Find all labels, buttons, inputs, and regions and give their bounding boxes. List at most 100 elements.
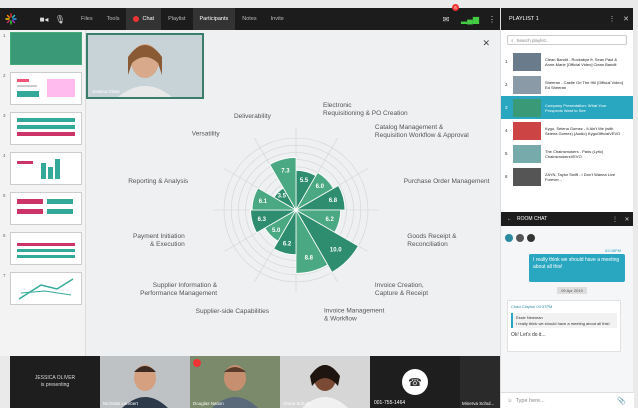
participant-video-4[interactable]: Minerva Schul... (460, 356, 500, 408)
tab-participants[interactable]: Participants (192, 8, 236, 30)
playlist-header: PLAYLIST 1 ⋮ ✕ (501, 8, 633, 30)
close-icon[interactable]: ✕ (619, 15, 633, 23)
polar-bar-chart: 5.5 ElectronicRequisitioning & PO Creatio… (128, 102, 489, 322)
value-label: 6.8 (329, 198, 338, 204)
slide-number: 1 (3, 33, 6, 38)
tab-notes[interactable]: Notes (235, 8, 263, 30)
notifications-icon[interactable]: ✉ 6 (438, 4, 459, 30)
category-label: Electronic (323, 102, 352, 109)
presenting-name: JESSICA OLIVER (34, 375, 76, 381)
participant-name: Minerva Schul... (462, 401, 495, 406)
slide-number: 6 (3, 233, 6, 238)
chat-input[interactable]: ☺ Type here... 📎 (501, 392, 634, 408)
tab-files[interactable]: Files (74, 8, 100, 30)
slide-thumbnails: 1 2 3 4 5 6 7 (0, 30, 86, 356)
playlist-item-selected[interactable]: 3 Company Presentation: What Your Prospec… (501, 96, 633, 119)
category-label: & Workflow (324, 315, 357, 322)
video-thumbnail (513, 167, 541, 186)
close-icon[interactable]: ✕ (482, 38, 490, 49)
category-label: Supplier-side Capabilities (196, 308, 270, 315)
playlist-item[interactable]: 5 The Chainsmokers - Paris (Lyric) Chains… (501, 142, 633, 165)
value-label: 6.3 (258, 217, 267, 223)
item-title: The Chainsmokers - Paris (Lyric) Chainsm… (545, 148, 604, 159)
phone-number: 001-755-1464 (374, 400, 406, 406)
playlist-item[interactable]: 1 Clean Bandit - Rockabye ft. Sean Paul &… (501, 50, 633, 73)
avatar[interactable] (516, 234, 524, 242)
playlist-item[interactable]: 4 Kygo, Selena Gomez - It Ain't Me (with … (501, 119, 633, 142)
category-label: Catalog Management & (375, 124, 444, 131)
more-menu-icon[interactable]: ⋮ (484, 8, 500, 30)
participant-name: Grace Schultz (283, 401, 312, 406)
quoted-text: I really think we should have a meeting … (516, 320, 610, 326)
item-title: Kygo, Selena Gomez - It Ain't Me (with S… (545, 125, 621, 136)
category-label: & Execution (150, 241, 185, 248)
item-number: 2 (505, 82, 508, 87)
slide-thumb-5[interactable]: 5 (3, 192, 82, 225)
item-number: 5 (505, 151, 508, 156)
more-menu-icon[interactable]: ⋮ (605, 15, 619, 23)
slide-thumb-3[interactable]: 3 (3, 112, 82, 145)
reply-message: Chad Clayton 04:37PM Essie Newman I real… (507, 300, 621, 352)
participant-strip: JESSICA OLIVER is presenting Nicholas La… (10, 356, 500, 408)
mic-off-icon (193, 359, 201, 367)
slide-thumb-4[interactable]: 4 (3, 152, 82, 185)
tab-playlist[interactable]: Playlist (161, 8, 192, 30)
phone-call-button[interactable]: ☎ (402, 369, 428, 395)
item-title: ZAYN, Taylor Swift - I Don't Wanna Live … (545, 171, 616, 182)
tab-tools[interactable]: Tools (100, 8, 127, 30)
value-label: 5.0 (272, 228, 281, 234)
close-icon[interactable]: ✕ (621, 216, 633, 223)
presentation-stage: Jessica Oliver ✕ 5.5 Electronic Requisitio… (86, 30, 500, 356)
tab-invite[interactable]: Invite (264, 8, 291, 30)
category-label: Supplier Information & (153, 282, 218, 289)
presenting-label: is presenting (40, 382, 70, 388)
microphone-icon[interactable]: 🎙 (52, 8, 68, 30)
participant-video-3[interactable]: Grace Schultz (280, 356, 370, 408)
message-time: 02:08PM (604, 248, 621, 253)
category-label: Requisition Workflow & Approval (375, 132, 469, 139)
playlist-search-input[interactable]: ⌕ Search playlist... (507, 35, 627, 45)
more-menu-icon[interactable]: ⋮ (609, 216, 621, 223)
chat-header: ← ROOM CHAT ⋮ ✕ (501, 212, 633, 226)
item-number: 4 (505, 128, 508, 133)
participant-name: Nicholas Lambert (103, 401, 139, 406)
item-number: 6 (505, 174, 508, 179)
back-arrow-icon[interactable]: ← (507, 216, 512, 222)
item-title: Company Presentation: What Your Prospect… (545, 102, 607, 113)
participant-video-1[interactable]: Nicholas Lambert (100, 356, 190, 408)
item-number: 1 (505, 59, 508, 64)
slide-thumb-2[interactable]: 2 (3, 72, 82, 105)
emoji-icon[interactable]: ☺ (507, 398, 513, 404)
category-label: Payment Initiation (133, 233, 185, 240)
participant-video-2[interactable]: Douglas Nation (190, 356, 280, 408)
participant-name: Douglas Nation (193, 401, 224, 406)
avatar[interactable] (505, 234, 513, 242)
category-label: Reporting & Analysis (128, 178, 189, 185)
tab-chat-label: Chat (142, 16, 155, 22)
reply-text: Ok! Let's do it... (511, 332, 546, 338)
slide-number: 5 (3, 193, 6, 198)
value-label: 6.1 (259, 199, 268, 205)
value-label: 6.2 (283, 242, 292, 248)
app-window: ■◂ 🎙 Files Tools Chat Playlist Participa… (0, 0, 638, 408)
message-text: I really think we should have a meeting … (533, 257, 620, 270)
slide-number: 7 (3, 273, 6, 278)
video-thumbnail (513, 98, 541, 117)
avatar[interactable] (527, 234, 535, 242)
tab-chat[interactable]: Chat (126, 8, 162, 30)
app-logo (0, 8, 22, 30)
date-separator: 09 Apr 2019 (557, 287, 587, 294)
slide-thumb-1[interactable]: 1 (3, 32, 82, 65)
slide-number: 2 (3, 73, 6, 78)
value-label: 10.0 (330, 248, 342, 254)
playlist-item[interactable]: 2 Sheeran - Castle On The Hill [Official … (501, 73, 633, 96)
playlist-item[interactable]: 6 ZAYN, Taylor Swift - I Don't Wanna Live… (501, 165, 633, 188)
presenting-banner: JESSICA OLIVER is presenting (10, 356, 100, 408)
search-icon: ⌕ (511, 37, 514, 43)
video-camera-icon[interactable]: ■◂ (36, 8, 52, 30)
attachment-icon[interactable]: 📎 (617, 397, 626, 405)
category-label: Invoice Management (324, 307, 385, 314)
slide-thumb-7[interactable]: 7 (3, 272, 82, 305)
playlist-panel: PLAYLIST 1 ⋮ ✕ ⌕ Search playlist... 1 Clean… (500, 8, 633, 212)
slide-thumb-6[interactable]: 6 (3, 232, 82, 265)
